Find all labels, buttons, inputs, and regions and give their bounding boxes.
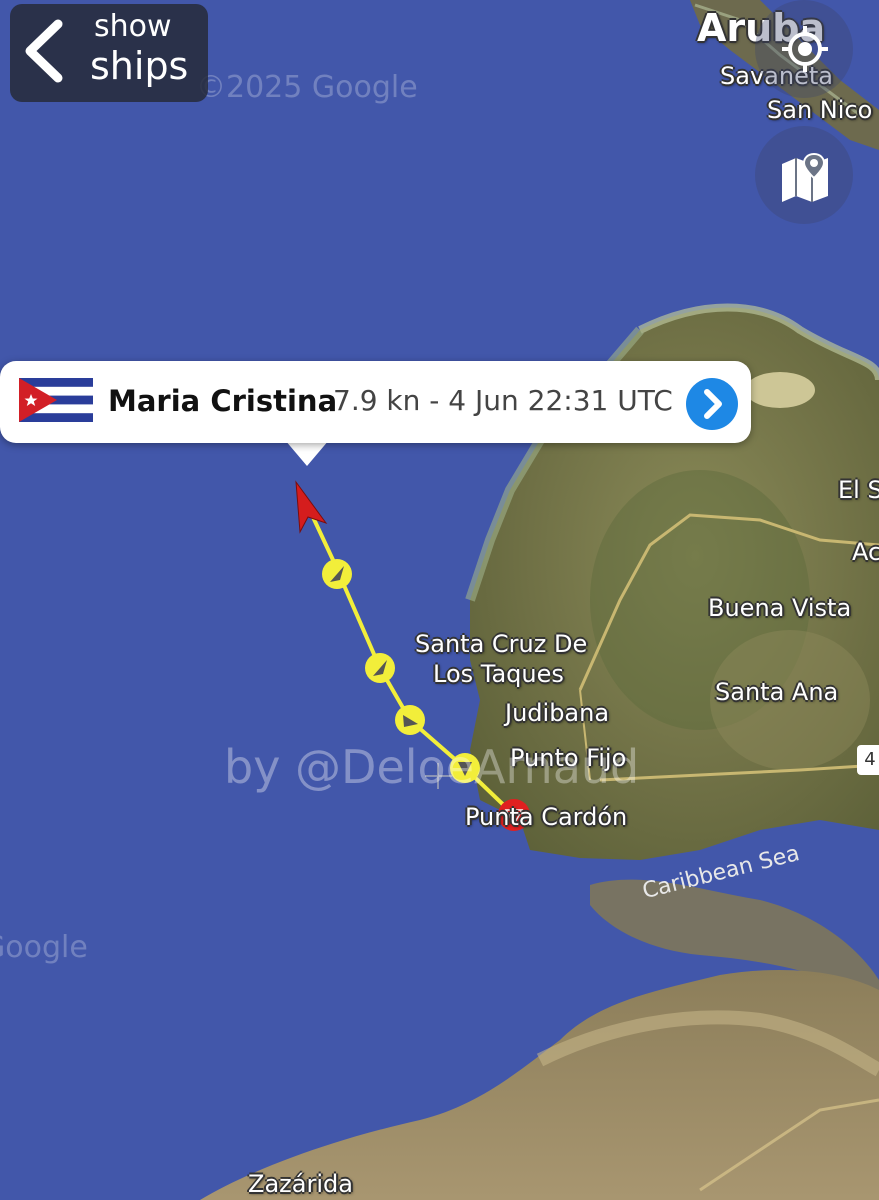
map-attribution: ©2025 Google [196,70,418,105]
vessel-speed-time: 7.9 kn - 4 Jun 22:31 UTC [333,384,673,417]
chevron-right-icon [704,389,722,419]
place-label: Los Taques [433,660,564,688]
author-watermark: by @DeloeArnaud [224,740,640,794]
place-label: El S [838,476,879,504]
vessel-name: Maria Cristina [108,384,338,418]
ships-label: ships [90,44,189,88]
show-label: show [94,9,172,44]
place-label: Santa Ana [715,678,839,706]
place-label: Zazárida [248,1170,353,1198]
place-label: Punta Cardón [465,803,628,831]
popup-pointer [285,440,329,466]
road-badge: 4 [857,745,879,775]
track-marker[interactable] [322,559,352,589]
map-pin-icon [782,152,828,202]
place-label: San Nico [767,96,873,124]
chevron-left-icon [25,19,63,83]
track-marker[interactable] [365,653,395,683]
place-label: Judibana [505,699,610,727]
cuba-flag-icon [19,378,93,422]
place-label: Ac [852,538,879,566]
place-label: Santa Cruz De [415,630,588,658]
map-attribution: Google [0,930,88,965]
locate-crosshair-icon [782,26,828,72]
place-label: Buena Vista [708,594,852,622]
vessel-details-button[interactable] [686,378,738,430]
track-marker[interactable] [395,705,425,735]
